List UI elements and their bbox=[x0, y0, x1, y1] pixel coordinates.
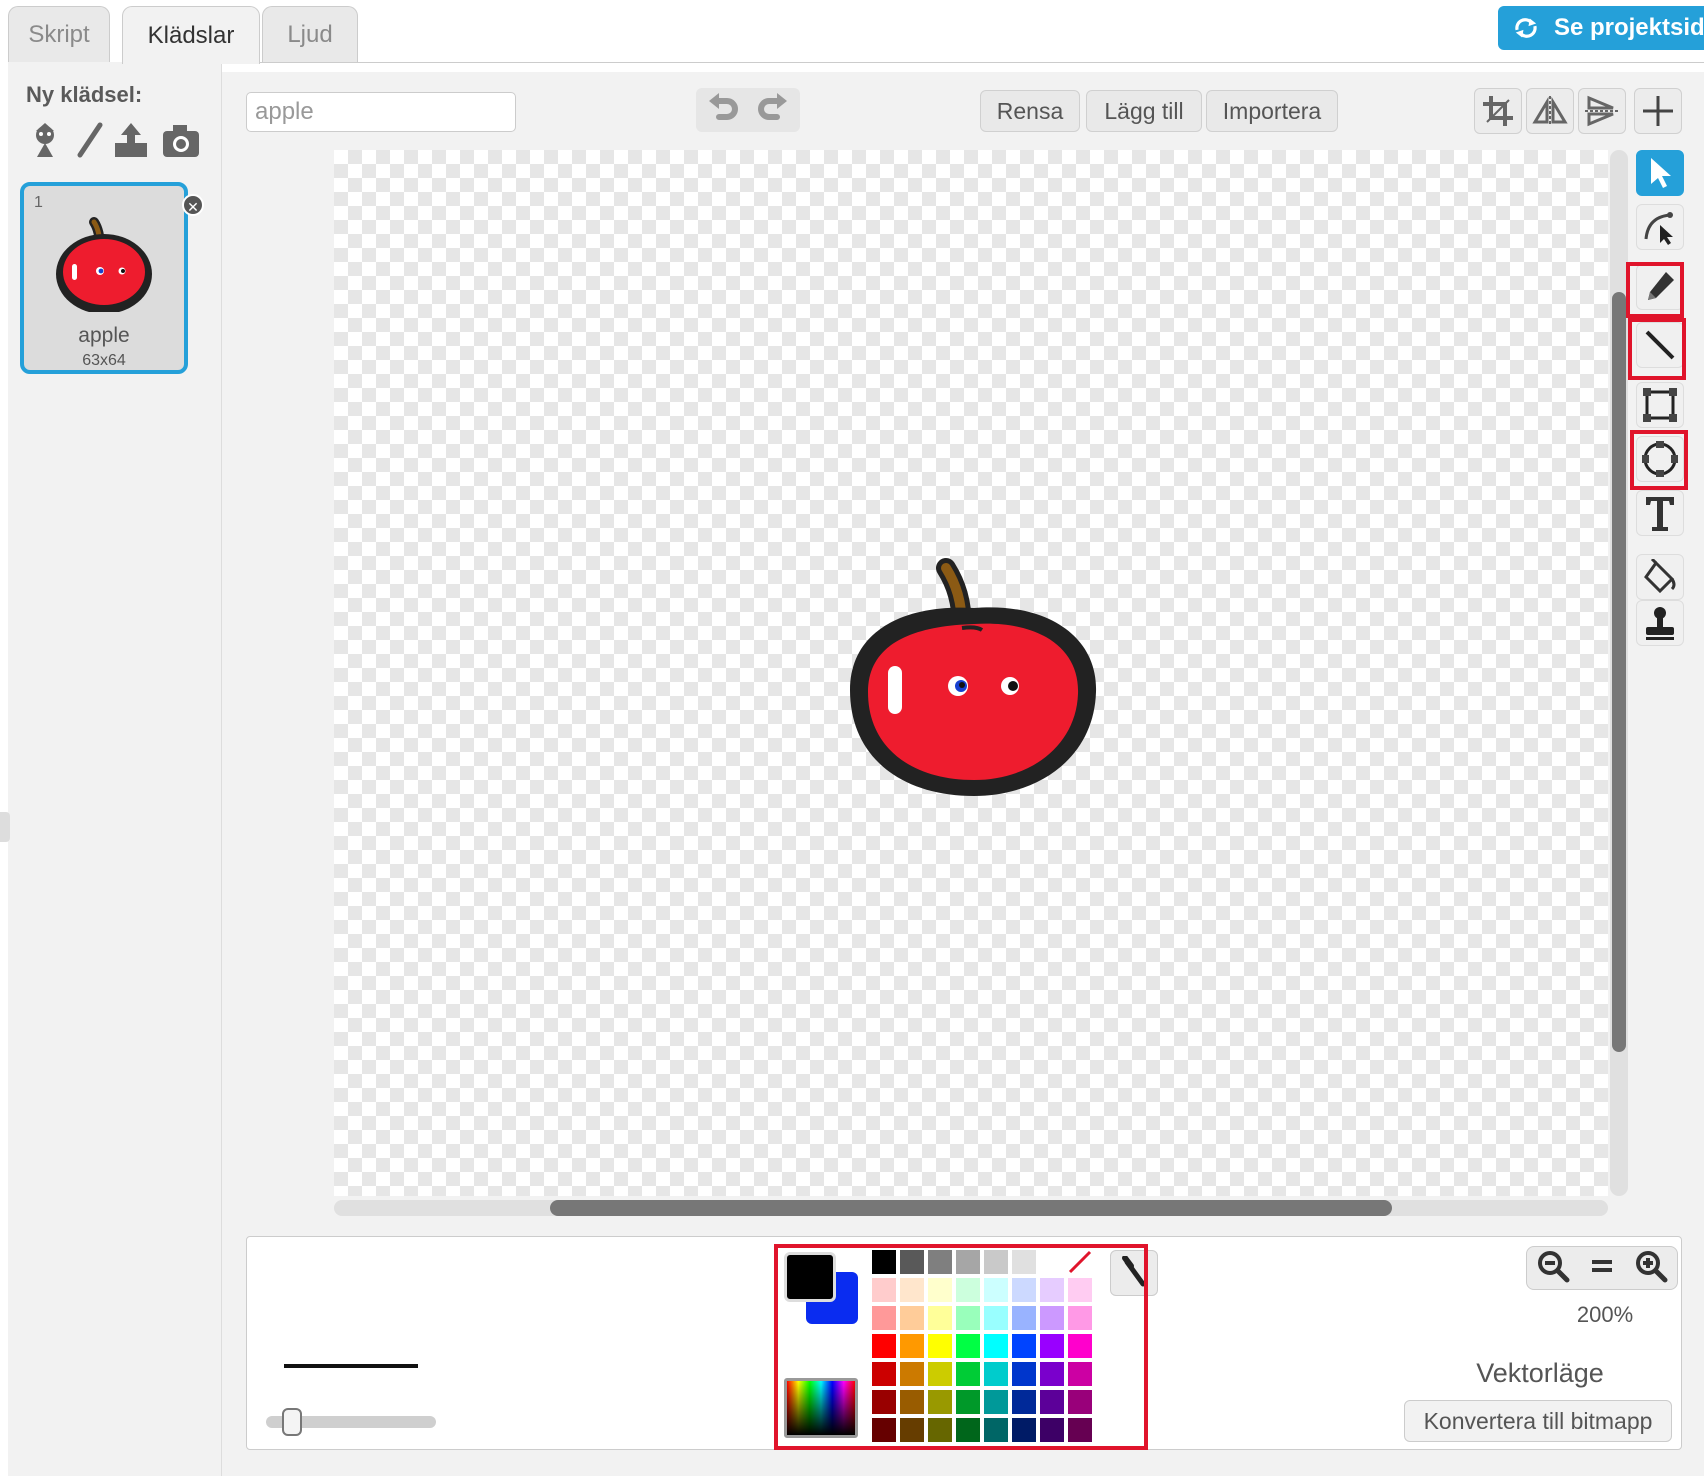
horizontal-scrollbar-thumb[interactable] bbox=[550, 1200, 1392, 1216]
add-button[interactable]: Lägg till bbox=[1086, 90, 1202, 132]
pencil-tool-highlight bbox=[1626, 262, 1684, 318]
tab-strip-line bbox=[8, 62, 1704, 63]
collapse-arrow[interactable] bbox=[0, 812, 10, 842]
crop-icon[interactable] bbox=[1474, 88, 1522, 134]
flip-vertical-icon[interactable] bbox=[1578, 88, 1626, 134]
redo-icon[interactable] bbox=[757, 91, 791, 130]
upload-icon[interactable] bbox=[110, 120, 152, 162]
line-tool-highlight bbox=[1628, 318, 1686, 380]
tab-label: Ljud bbox=[287, 20, 333, 48]
zoom-out-icon[interactable] bbox=[1536, 1249, 1570, 1288]
convert-label: Konvertera till bitmapp bbox=[1423, 1407, 1653, 1434]
line-width-preview bbox=[284, 1364, 418, 1368]
zoom-in-icon[interactable] bbox=[1634, 1249, 1668, 1288]
zoom-level: 200% bbox=[1576, 1302, 1634, 1327]
apple-drawing bbox=[850, 558, 1097, 796]
drawing-canvas[interactable] bbox=[334, 150, 1608, 1196]
clear-button-label: Rensa bbox=[996, 97, 1064, 124]
sync-arrows-icon bbox=[1515, 18, 1537, 38]
fill-tool[interactable] bbox=[1636, 554, 1684, 600]
text-tool[interactable] bbox=[1636, 490, 1684, 536]
editor-mode-label: Vektorläge bbox=[1476, 1358, 1604, 1388]
select-tool[interactable] bbox=[1636, 150, 1684, 196]
vertical-scrollbar-thumb[interactable] bbox=[1612, 292, 1626, 1052]
rectangle-icon bbox=[1643, 388, 1677, 422]
set-center-icon[interactable] bbox=[1634, 88, 1682, 134]
see-project-button[interactable]: Se projektsida bbox=[1498, 6, 1704, 50]
add-button-label: Lägg till bbox=[1104, 97, 1184, 124]
zoom-reset-icon[interactable] bbox=[1588, 1252, 1616, 1285]
delete-costume-icon[interactable]: ✕ bbox=[182, 194, 204, 216]
undo-redo-group bbox=[696, 88, 800, 132]
text-T-icon bbox=[1646, 497, 1674, 531]
line-width-slider-thumb[interactable] bbox=[282, 1408, 302, 1436]
tab-sounds[interactable]: Ljud bbox=[262, 6, 358, 62]
see-project-label: Se projektsida bbox=[1553, 14, 1704, 41]
undo-icon[interactable] bbox=[705, 91, 739, 130]
pointer-arrow-icon bbox=[1651, 158, 1671, 188]
costume-thumbnail[interactable]: 1 ✕ apple 63x64 bbox=[20, 182, 204, 374]
tab-costumes[interactable]: Klädslar bbox=[122, 6, 260, 64]
tab-label: Klädslar bbox=[147, 21, 235, 49]
rectangle-tool[interactable] bbox=[1636, 382, 1684, 428]
paintbrush-icon[interactable] bbox=[68, 120, 110, 162]
clear-button[interactable]: Rensa bbox=[980, 90, 1080, 132]
costume-name-input[interactable] bbox=[246, 92, 516, 132]
camera-icon[interactable] bbox=[160, 120, 202, 162]
costume-number: 1 bbox=[34, 194, 43, 211]
import-button[interactable]: Importera bbox=[1206, 90, 1338, 132]
primary-color-swatch[interactable] bbox=[784, 1252, 836, 1302]
sprite-library-icon[interactable] bbox=[24, 120, 66, 162]
reshape-icon bbox=[1644, 212, 1673, 245]
costume-name: apple bbox=[78, 324, 130, 347]
tab-scripts[interactable]: Skript bbox=[8, 6, 110, 62]
flip-horizontal-icon[interactable] bbox=[1526, 88, 1574, 134]
tab-label: Skript bbox=[28, 20, 90, 48]
import-button-label: Importera bbox=[1222, 97, 1322, 124]
ellipse-tool-highlight bbox=[1630, 430, 1688, 490]
stamp-tool[interactable] bbox=[1636, 600, 1684, 646]
zoom-controls bbox=[1526, 1246, 1678, 1290]
stamp-icon bbox=[1646, 607, 1674, 640]
apple-thumbnail bbox=[56, 217, 152, 312]
reshape-tool[interactable] bbox=[1636, 204, 1684, 250]
paint-bucket-icon bbox=[1644, 559, 1676, 594]
new-costume-label: Ny klädsel: bbox=[26, 82, 143, 107]
costume-size: 63x64 bbox=[82, 352, 126, 369]
convert-to-bitmap-button[interactable]: Konvertera till bitmapp bbox=[1404, 1400, 1672, 1442]
